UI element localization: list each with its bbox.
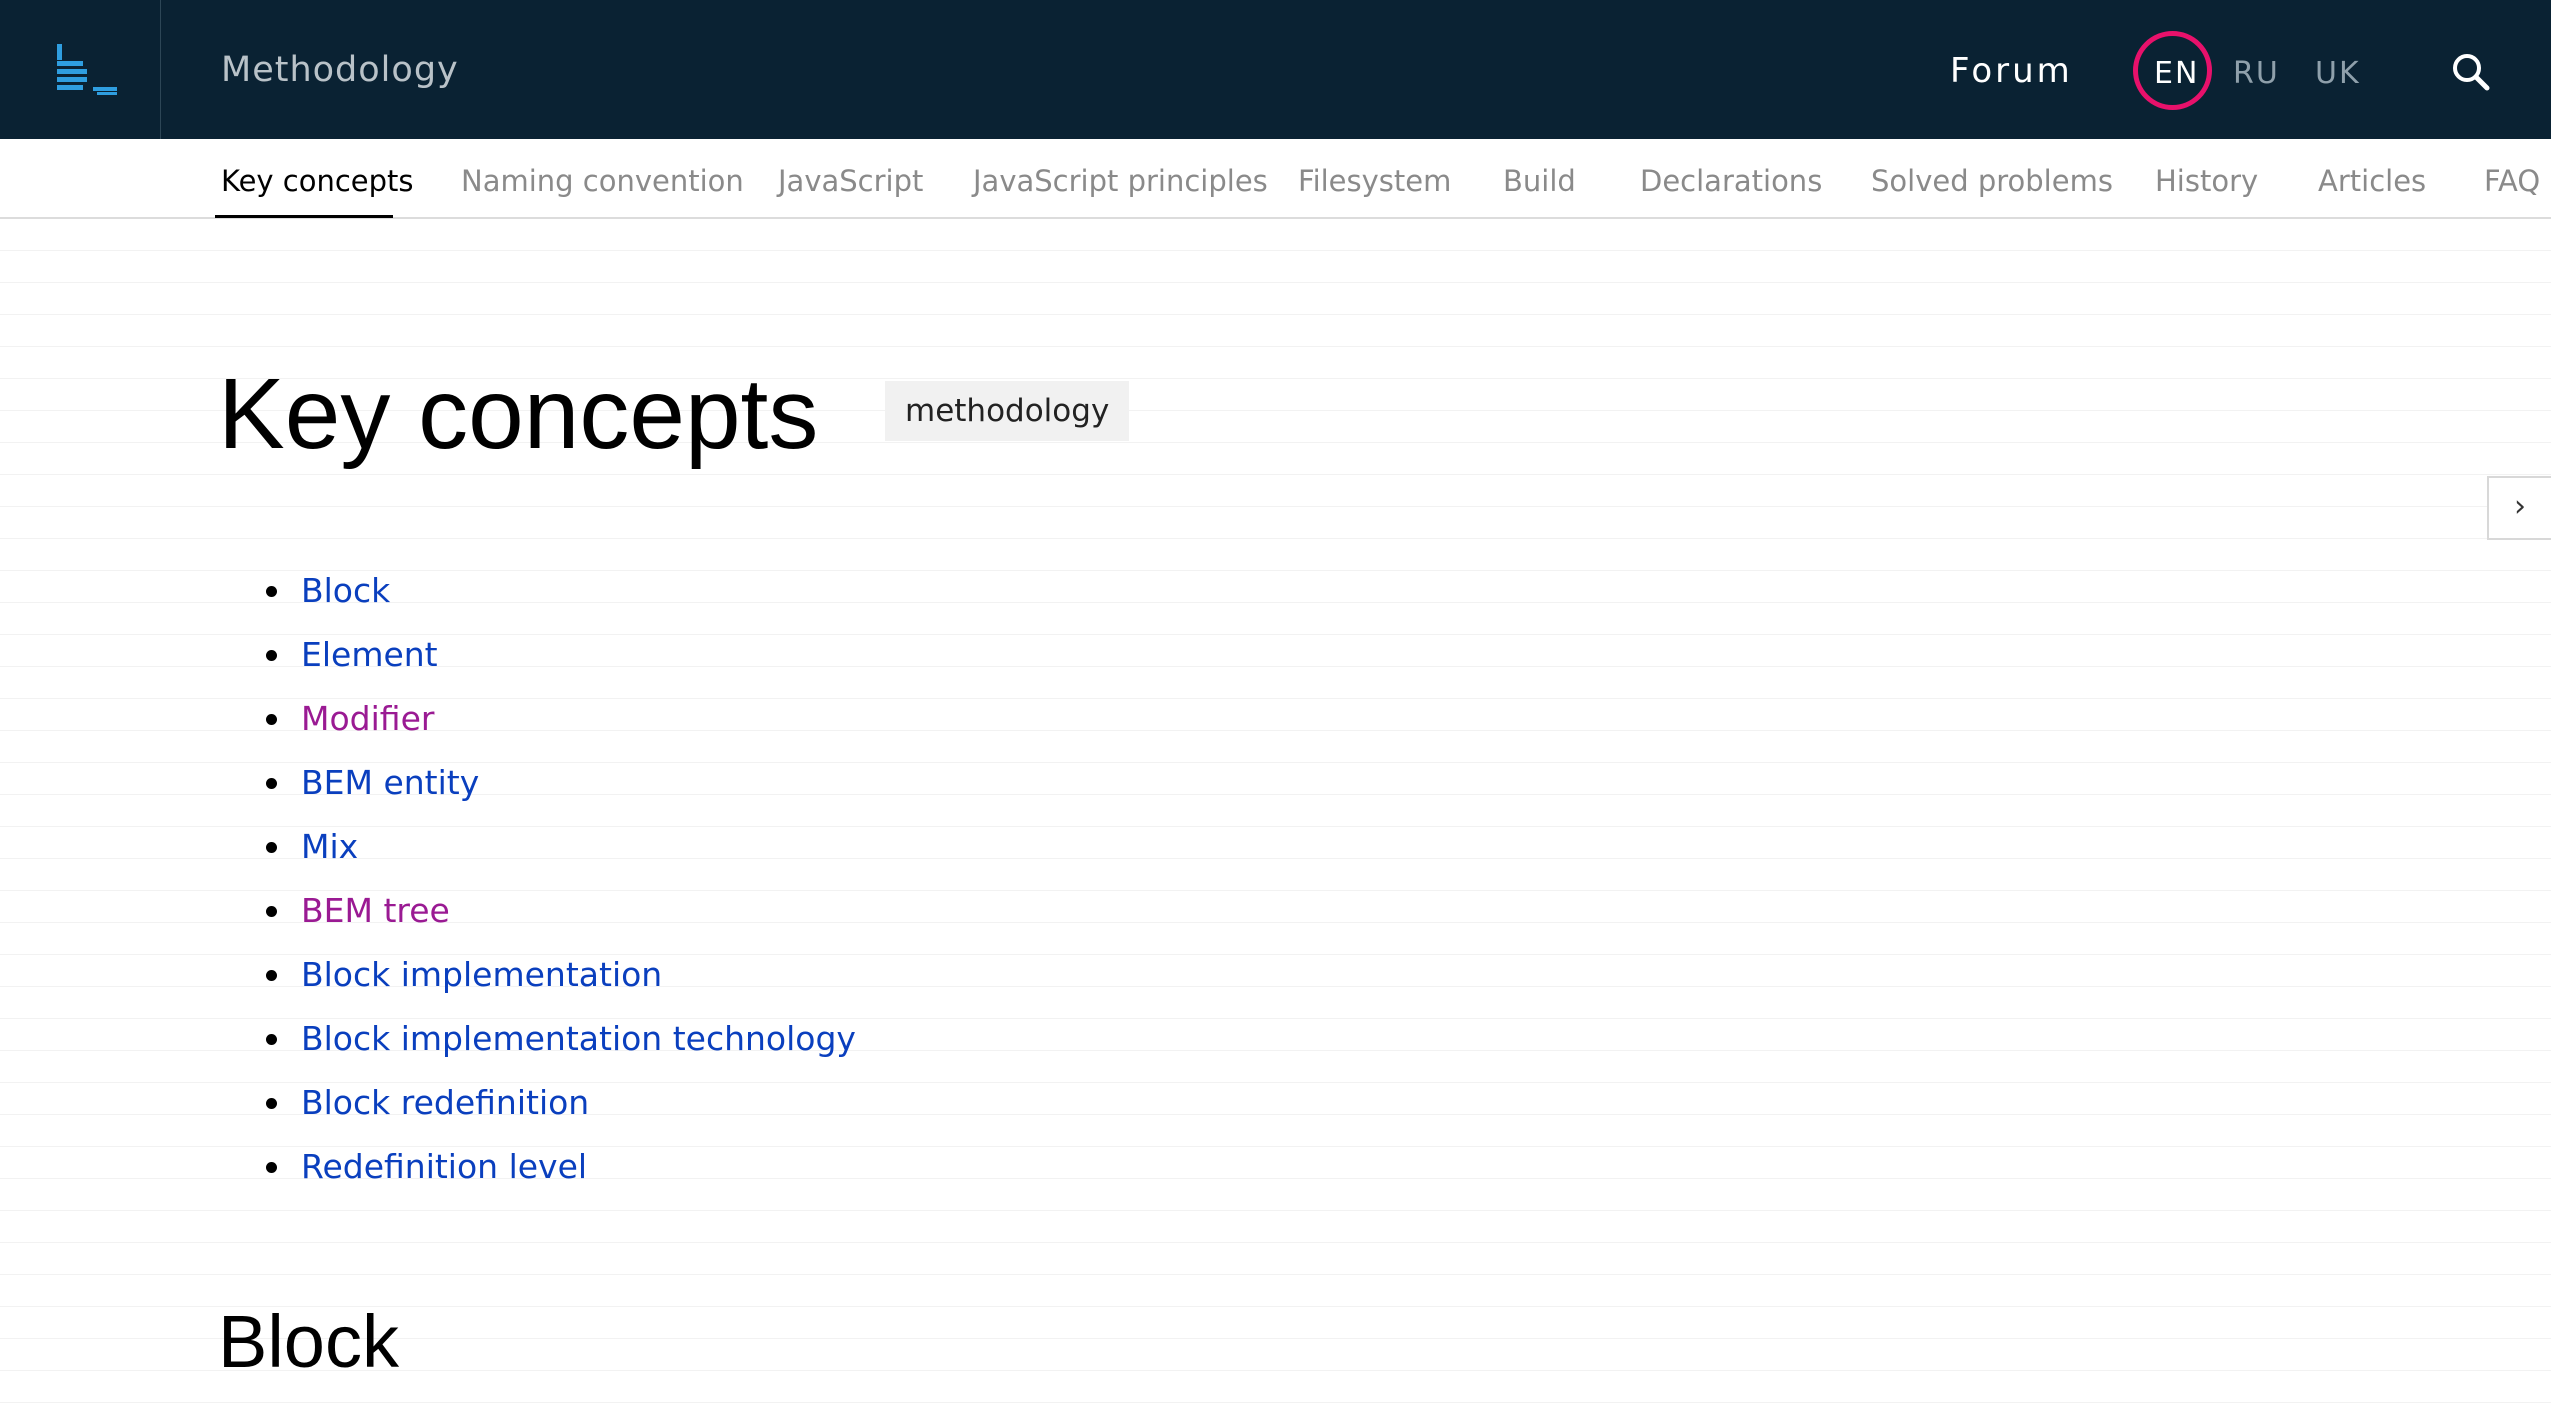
tab-filesystem[interactable]: Filesystem bbox=[1298, 161, 1451, 201]
toc-link-redefinition-level[interactable]: Redefinition level bbox=[301, 1140, 587, 1194]
tab-solved-problems[interactable]: Solved problems bbox=[1871, 161, 2113, 201]
site-title[interactable]: Methodology bbox=[221, 47, 459, 93]
tab-build[interactable]: Build bbox=[1503, 161, 1576, 201]
bullet bbox=[266, 714, 277, 725]
tab-javascript-principles[interactable]: JavaScript principles bbox=[973, 161, 1268, 201]
bullet bbox=[266, 906, 277, 917]
tab-declarations[interactable]: Declarations bbox=[1640, 161, 1822, 201]
bem-logo-icon bbox=[57, 44, 117, 95]
bullet bbox=[266, 1162, 277, 1173]
tab-articles[interactable]: Articles bbox=[2318, 161, 2426, 201]
forum-link[interactable]: Forum bbox=[1950, 48, 2073, 94]
language-uk[interactable]: UK bbox=[2315, 54, 2361, 94]
toc-link-block-implementation-technology[interactable]: Block implementation technology bbox=[301, 1012, 856, 1066]
section-tabs: Key concepts Naming convention JavaScrip… bbox=[0, 139, 2551, 219]
tab-javascript[interactable]: JavaScript bbox=[778, 161, 923, 201]
search-button[interactable] bbox=[2451, 52, 2491, 92]
toc-link-modifier[interactable]: Modifier bbox=[301, 692, 434, 746]
toc-link-bem-tree[interactable]: BEM tree bbox=[301, 884, 450, 938]
tab-history[interactable]: History bbox=[2155, 161, 2258, 201]
bullet bbox=[266, 586, 277, 597]
language-en[interactable]: EN bbox=[2154, 54, 2199, 94]
bullet bbox=[266, 970, 277, 981]
toc-link-block[interactable]: Block bbox=[301, 564, 390, 618]
language-ru[interactable]: RU bbox=[2233, 54, 2280, 94]
toc-link-block-redefinition[interactable]: Block redefinition bbox=[301, 1076, 589, 1130]
sidebar-toggle-button[interactable]: › bbox=[2487, 476, 2551, 540]
main-content: Key concepts methodology Block Element M… bbox=[0, 219, 2551, 1403]
toc-link-element[interactable]: Element bbox=[301, 628, 438, 682]
logo-link[interactable] bbox=[0, 0, 161, 139]
bullet bbox=[266, 1098, 277, 1109]
chevron-right-icon: › bbox=[2514, 489, 2526, 524]
toc-link-bem-entity[interactable]: BEM entity bbox=[301, 756, 479, 810]
section-heading-block: Block bbox=[218, 1300, 399, 1383]
bullet bbox=[266, 1034, 277, 1045]
toc-link-mix[interactable]: Mix bbox=[301, 820, 358, 874]
search-icon bbox=[2453, 54, 2490, 91]
bullet bbox=[266, 842, 277, 853]
tab-faq[interactable]: FAQ bbox=[2484, 161, 2540, 201]
page-title: Key concepts bbox=[218, 358, 819, 470]
bullet bbox=[266, 650, 277, 661]
bullet bbox=[266, 778, 277, 789]
active-tab-indicator bbox=[215, 215, 393, 218]
top-navigation-bar: Methodology Forum EN RU UK bbox=[0, 0, 2551, 139]
category-tag[interactable]: methodology bbox=[885, 381, 1130, 441]
tab-key-concepts[interactable]: Key concepts bbox=[221, 161, 414, 201]
tab-naming-convention[interactable]: Naming convention bbox=[461, 161, 744, 201]
toc-link-block-implementation[interactable]: Block implementation bbox=[301, 948, 662, 1002]
